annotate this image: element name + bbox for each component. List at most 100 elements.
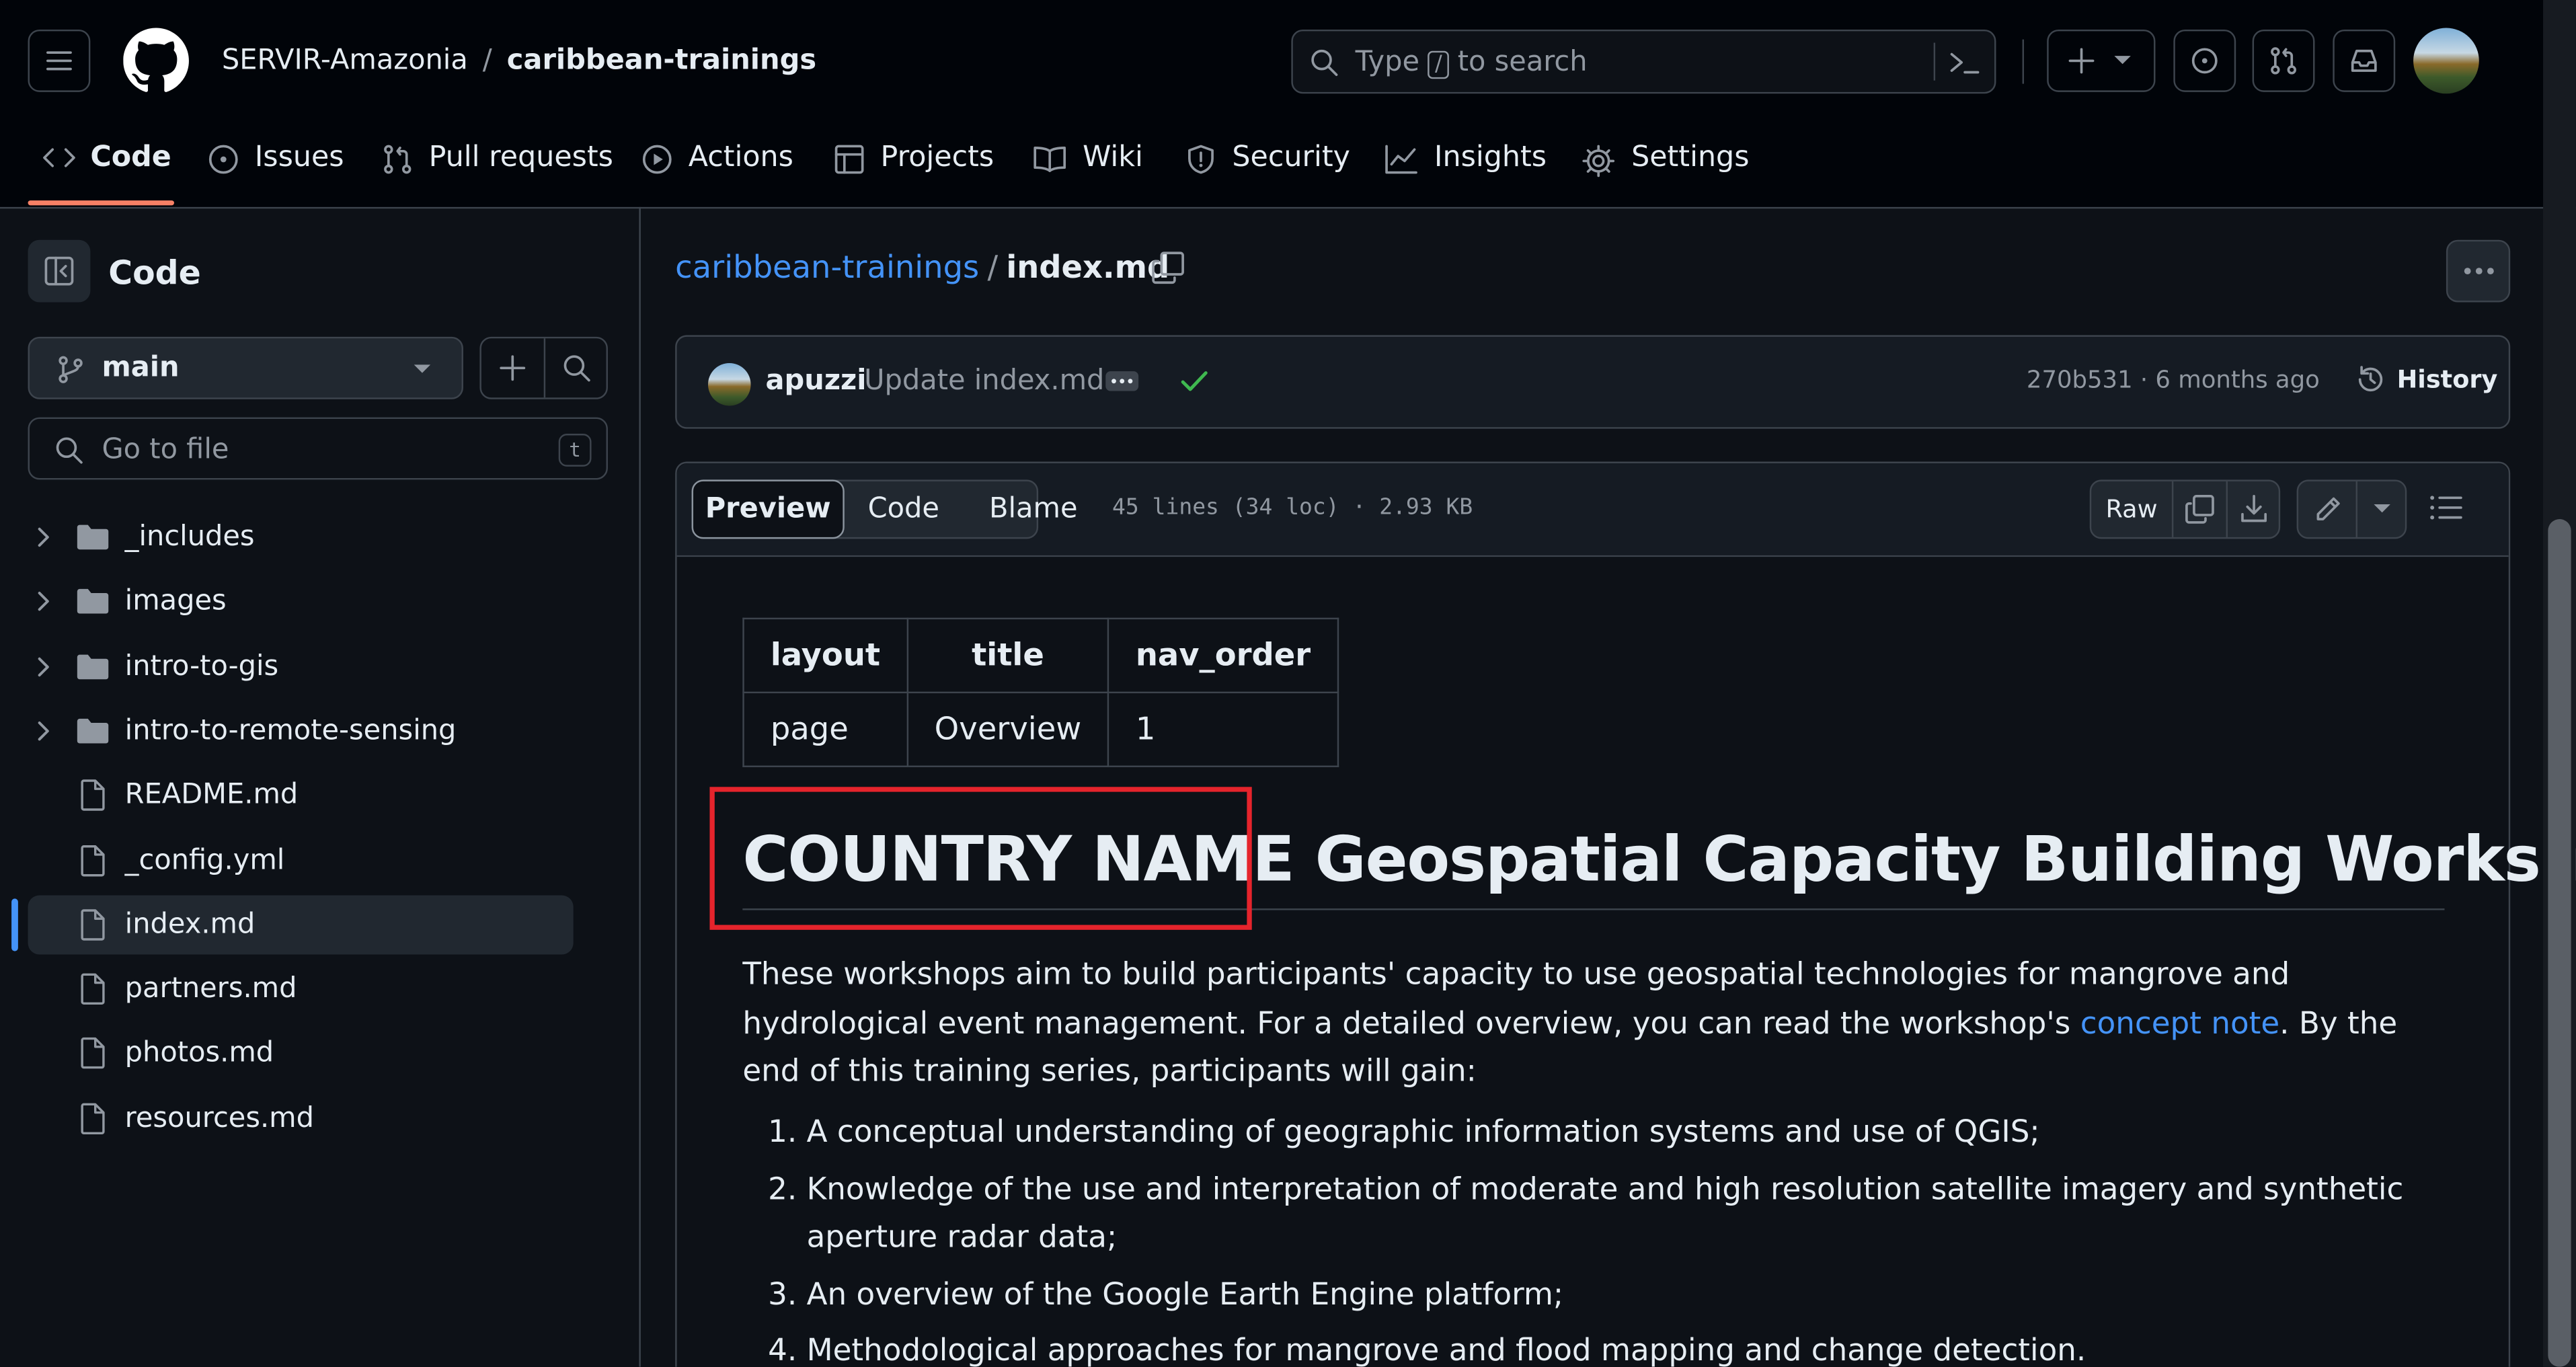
go-to-file-shortcut: t xyxy=(558,434,592,467)
caret-down-icon xyxy=(2114,56,2131,65)
file-item[interactable]: _config.yml xyxy=(28,830,574,890)
list-item: Knowledge of the use and interpretation … xyxy=(807,1165,2509,1262)
search-input[interactable]: Type / to search xyxy=(1291,29,1996,94)
tab-preview[interactable]: Preview xyxy=(691,479,845,539)
scrollbar-thumb[interactable] xyxy=(2548,519,2571,1367)
heading-title: Geospatial Capacity Building Workshops xyxy=(1315,823,2576,896)
folder-item[interactable]: images xyxy=(28,572,574,631)
table-row: page Overview 1 xyxy=(742,691,1339,767)
list-item: An overview of the Google Earth Engine p… xyxy=(807,1271,2509,1319)
tab-insights[interactable]: Insights xyxy=(1383,131,1547,206)
table-cell: Overview xyxy=(906,691,1109,767)
copy-icon xyxy=(2185,495,2214,524)
concept-note-link[interactable]: concept note xyxy=(2080,1006,2279,1040)
tab-pull-requests[interactable]: Pull requests xyxy=(381,131,613,206)
owner-link[interactable]: SERVIR-Amazonia xyxy=(222,44,468,77)
file-icon xyxy=(81,779,105,812)
breadcrumb-filename: index.md xyxy=(1006,249,1170,286)
edit-file-button[interactable] xyxy=(2298,481,2356,537)
tab-code-view[interactable]: Code xyxy=(848,479,960,539)
caret-down-icon xyxy=(2374,504,2390,513)
table-header-cell: layout xyxy=(742,617,908,694)
file-item[interactable]: photos.md xyxy=(28,1024,574,1083)
collapse-sidebar-button[interactable] xyxy=(28,239,91,303)
tree-item-label: images xyxy=(124,585,227,619)
file-icon xyxy=(81,1038,105,1070)
tree-item-label: index.md xyxy=(124,908,256,941)
repo-link[interactable]: caribbean-trainings xyxy=(507,44,816,77)
chevron-right-icon[interactable] xyxy=(34,526,54,549)
create-new-button[interactable] xyxy=(2047,29,2156,92)
issues-button[interactable] xyxy=(2173,29,2236,92)
pull-request-icon xyxy=(384,145,412,174)
search-placeholder-prefix: Type xyxy=(1355,46,1420,79)
intro-paragraph: These workshops aim to build participant… xyxy=(742,951,2444,1097)
user-avatar[interactable] xyxy=(2413,28,2479,94)
folder-item[interactable]: intro-to-gis xyxy=(28,637,574,696)
check-icon[interactable] xyxy=(1179,368,1209,394)
file-item[interactable]: partners.md xyxy=(28,960,574,1019)
highlight-annotation-box xyxy=(709,787,1252,930)
tree-item-label: _includes xyxy=(124,520,255,554)
tree-item-label: partners.md xyxy=(124,972,297,1006)
file-icon xyxy=(81,973,105,1005)
more-options-button[interactable] xyxy=(2446,239,2511,303)
tree-actions-group xyxy=(479,336,608,399)
tab-issues[interactable]: Issues xyxy=(207,131,344,206)
raw-button[interactable]: Raw xyxy=(2091,481,2172,537)
file-item[interactable]: README.md xyxy=(28,766,574,825)
breadcrumb-separator: / xyxy=(987,249,999,286)
file-item[interactable]: index.md xyxy=(28,895,574,955)
go-to-file-input[interactable]: Go to file t xyxy=(28,417,608,480)
search-files-button[interactable] xyxy=(545,338,608,397)
github-logo[interactable] xyxy=(123,28,189,94)
tab-projects[interactable]: Projects xyxy=(833,131,994,206)
table-icon xyxy=(834,145,864,174)
author-avatar[interactable] xyxy=(708,362,751,406)
tab-actions[interactable]: Actions xyxy=(641,131,793,206)
commit-message[interactable]: Update index.md xyxy=(864,364,1104,397)
menu-button[interactable] xyxy=(28,29,91,92)
command-palette-icon[interactable] xyxy=(1949,48,1982,77)
inbox-button[interactable] xyxy=(2333,29,2396,92)
folder-item[interactable]: _includes xyxy=(28,508,574,567)
file-stats: 45 lines (34 loc) · 2.93 KB xyxy=(1112,494,1473,521)
outline-button[interactable] xyxy=(2428,492,2464,524)
file-item[interactable]: resources.md xyxy=(28,1089,574,1148)
chevron-right-icon[interactable] xyxy=(34,590,54,613)
search-shortcut-key: / xyxy=(1428,50,1449,79)
inbox-icon xyxy=(2351,49,2377,72)
tab-insights-label: Insights xyxy=(1434,141,1547,174)
download-button[interactable] xyxy=(2228,481,2280,537)
branch-selector[interactable]: main xyxy=(28,336,463,399)
tab-code[interactable]: Code xyxy=(43,131,171,206)
copy-icon xyxy=(1152,251,1184,284)
history-button[interactable]: History xyxy=(2354,363,2497,396)
chevron-right-icon[interactable] xyxy=(34,719,54,742)
commit-author[interactable]: apuzzi xyxy=(766,364,867,397)
copy-raw-button[interactable] xyxy=(2173,481,2226,537)
file-breadcrumb: caribbean-trainings / index.md xyxy=(675,249,1169,286)
folder-item[interactable]: intro-to-remote-sensing xyxy=(28,701,574,760)
expand-commit-button[interactable] xyxy=(1105,371,1139,391)
tab-issues-label: Issues xyxy=(254,141,344,174)
pull-requests-button[interactable] xyxy=(2252,29,2315,92)
edit-options-dropdown[interactable] xyxy=(2357,481,2407,537)
folder-icon xyxy=(77,524,109,550)
tab-security[interactable]: Security xyxy=(1185,131,1350,206)
tab-wiki-label: Wiki xyxy=(1083,141,1143,174)
tab-code-label: Code xyxy=(90,141,171,174)
go-to-file-placeholder: Go to file xyxy=(102,434,229,467)
breadcrumb-repo-link[interactable]: caribbean-trainings xyxy=(675,249,979,286)
tab-settings[interactable]: Settings xyxy=(1580,131,1749,206)
sidebar-title: Code xyxy=(108,253,201,292)
chevron-right-icon[interactable] xyxy=(34,655,54,678)
tab-wiki[interactable]: Wiki xyxy=(1031,131,1143,206)
tab-pull-requests-label: Pull requests xyxy=(428,141,613,174)
tab-blame[interactable]: Blame xyxy=(968,479,1099,539)
copy-path-button[interactable] xyxy=(1150,249,1186,286)
commit-meta[interactable]: 270b531 · 6 months ago xyxy=(2027,368,2320,394)
file-icon xyxy=(81,1102,105,1134)
add-file-button[interactable] xyxy=(481,338,544,397)
tree-item-label: README.md xyxy=(124,779,299,812)
